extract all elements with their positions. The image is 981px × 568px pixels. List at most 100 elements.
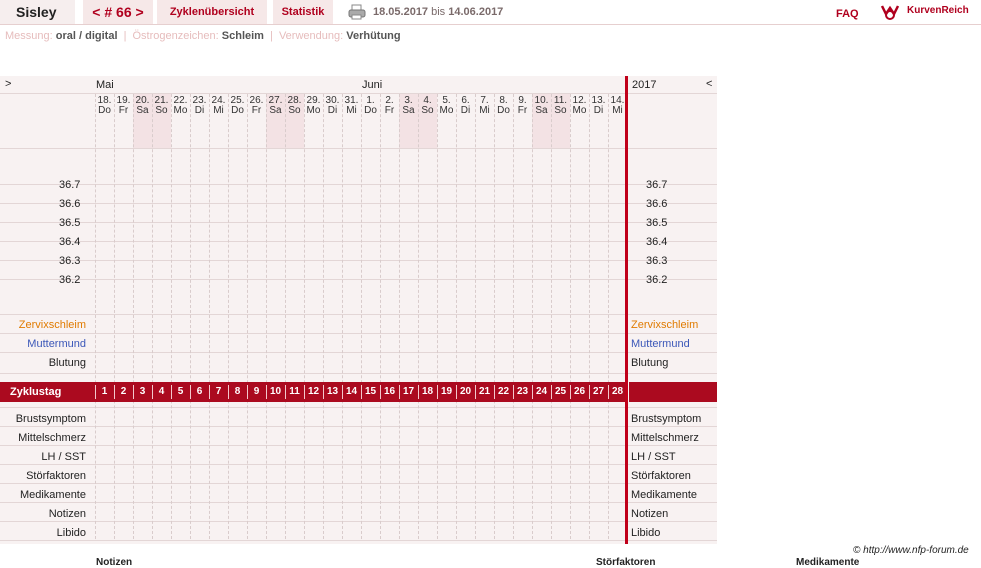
cycle-day-number: 12 [307,386,320,397]
cycle-day-number: 19 [440,386,453,397]
cycle-day-number: 24 [535,386,548,397]
tab-statistics[interactable]: Statistik [273,0,333,24]
faq-link[interactable]: FAQ [836,8,859,20]
cycle-day-divider [114,385,115,399]
day-gridline [209,94,210,539]
temp-label-right: 36.6 [646,198,668,210]
grid-line [0,93,717,94]
row-label-right: Zervixschleim [631,319,699,331]
day-gridline [475,94,476,539]
weekday: Fr [517,105,528,116]
weekday: So [554,105,567,116]
day-gridline [418,94,419,539]
row-label-left: Blutung [48,357,86,369]
row-label-left: Notizen [48,508,86,520]
row-label-right: Mittelschmerz [631,432,699,444]
print-icon[interactable] [348,4,366,20]
temp-label-left: 36.7 [59,179,81,191]
cycle-day-divider [589,385,590,399]
use-label: Verwendung: [278,30,344,42]
grid-line [0,222,717,223]
user-name: Sisley [0,0,75,24]
cycle-day-divider [190,385,191,399]
grid-line [0,279,717,280]
temp-label-left: 36.5 [59,217,81,229]
cycle-day-divider [570,385,571,399]
cycle-day-divider [342,385,343,399]
cycle-day-divider [95,385,96,399]
temp-label-left: 36.6 [59,198,81,210]
settings-line: Messung: oral / digital | Östrogenzeiche… [5,30,401,42]
tab-cycle-overview[interactable]: Zyklenübersicht [157,0,267,24]
cycle-day-number: 26 [573,386,586,397]
day-gridline [551,94,552,539]
weekday: Fr [384,105,395,116]
cycle-nav[interactable]: < # 66 > [83,0,153,24]
weekday: Mo [439,105,454,116]
grid-line [0,483,717,484]
day-gridline [608,94,609,539]
nav-prev-button[interactable]: > [5,78,11,90]
temp-label-left: 36.3 [59,255,81,267]
cycle-day-divider [323,385,324,399]
weekday: Mo [572,105,587,116]
cycle-day-divider [399,385,400,399]
copyright[interactable]: © http://www.nfp-forum.de [853,545,969,556]
day-gridline [361,94,362,539]
cycle-day-number: 21 [478,386,491,397]
grid-line [0,502,717,503]
grid-line [0,445,717,446]
weekday: Mi [213,105,224,116]
day-gridline [228,94,229,539]
bottom-section: Notizen Störfaktoren Medikamente [0,556,981,568]
grid-line [0,333,717,334]
estrogen-value: Schleim [221,30,264,42]
grid-line [0,314,717,315]
day-gridline [171,94,172,539]
cycle-day-divider [152,385,153,399]
cycle-day-divider [266,385,267,399]
cycle-day-divider [513,385,514,399]
weekday: Fr [251,105,262,116]
cycle-day-number: 6 [196,386,203,397]
grid-line [0,373,717,374]
use-value: Verhütung [346,30,401,42]
cycle-day-divider [247,385,248,399]
cycle-day-number: 13 [326,386,339,397]
grid-line [0,241,717,242]
weekday: Mo [306,105,321,116]
day-gridline [323,94,324,539]
brand-name[interactable]: KurvenReich [907,5,969,16]
cycle-day-number: 7 [215,386,222,397]
row-label-left: Mittelschmerz [18,432,86,444]
day-gridline [247,94,248,539]
cycle-day-divider [304,385,305,399]
cycle-day-divider [361,385,362,399]
day-gridline [456,94,457,539]
grid-line [0,407,717,408]
kurvenreich-logo-icon[interactable] [880,2,900,22]
weekday: Di [194,105,205,116]
cycle-day-number: 11 [289,386,300,397]
separator: | [270,30,273,42]
nav-next-button[interactable]: < [706,78,712,90]
cycle-day-divider [228,385,229,399]
estrogen-label: Östrogenzeichen: [132,30,219,42]
temp-label-right: 36.2 [646,274,668,286]
day-gridline [494,94,495,539]
cycle-day-number: 17 [402,386,415,397]
cycle-day-divider [437,385,438,399]
row-label-left: LH / SST [41,451,86,463]
weekday: Sa [402,105,415,116]
cycle-day-number: 14 [345,386,358,397]
weekday: Do [98,105,111,116]
row-label-right: Brustsymptom [631,413,702,425]
cycle-day-number: 8 [234,386,241,397]
grid-line [0,540,717,541]
cycle-day-number: 22 [497,386,510,397]
row-label-right: Notizen [631,508,669,520]
weekday: Mo [173,105,188,116]
day-gridline [304,94,305,539]
grid-line [0,203,717,204]
weekday: Do [497,105,510,116]
